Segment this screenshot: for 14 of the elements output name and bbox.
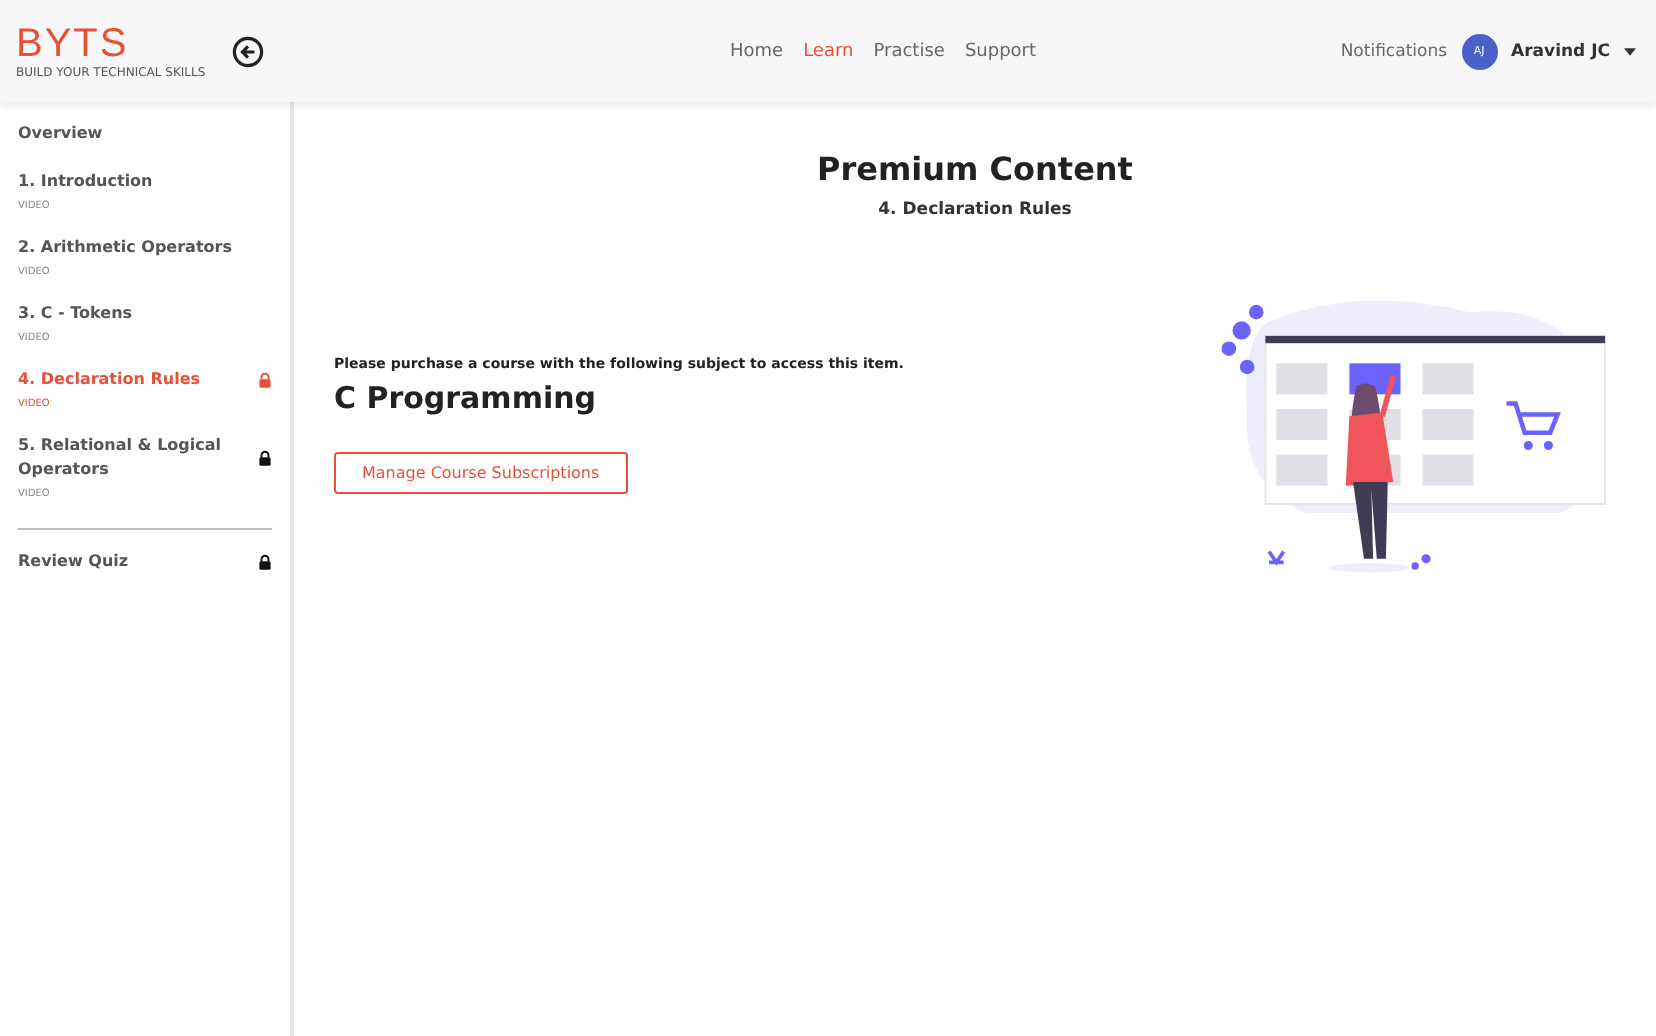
nav-link[interactable]: Support	[964, 41, 1037, 61]
sidebar-item[interactable]: Review Quiz	[18, 550, 272, 574]
nav-link[interactable]: Practise	[873, 41, 945, 61]
user-name[interactable]: Aravind JC	[1511, 41, 1610, 61]
manage-subscriptions-button[interactable]: Manage Course Subscriptions	[334, 452, 628, 494]
nav-link[interactable]: Home	[730, 41, 784, 61]
sidebar-item[interactable]: Overview	[18, 122, 272, 146]
notifications-link[interactable]: Notifications	[1340, 41, 1448, 61]
logo-text: BYTS	[16, 23, 131, 63]
caret-icon[interactable]	[1624, 47, 1636, 55]
subject-name: C Programming	[334, 380, 599, 416]
nav-link[interactable]: Learn	[803, 41, 854, 61]
page-subtitle: 4. Declaration Rules	[878, 200, 1072, 220]
page-title: Premium Content	[817, 150, 1133, 188]
